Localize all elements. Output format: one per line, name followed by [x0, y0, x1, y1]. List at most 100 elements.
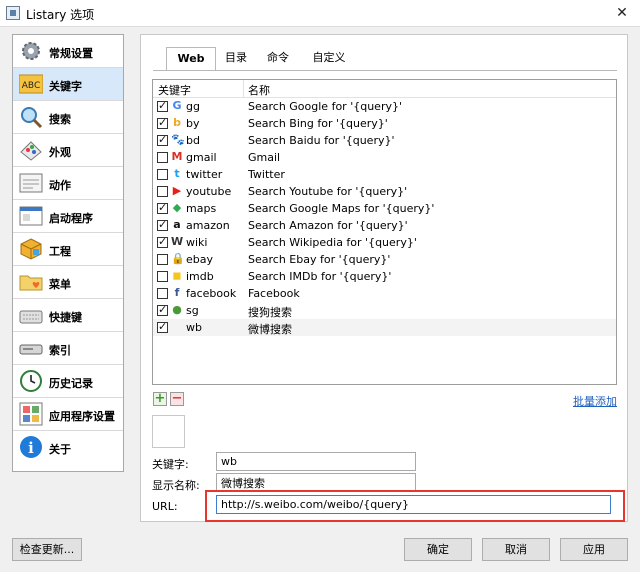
- enable-checkbox[interactable]: [157, 254, 168, 265]
- apply-button[interactable]: 应用: [560, 538, 628, 561]
- list-item[interactable]: ◆ maps Search Google Maps for '{query}': [153, 200, 616, 217]
- enable-checkbox[interactable]: [157, 169, 168, 180]
- list-item[interactable]: Ggg Search Google for '{query}': [153, 98, 616, 115]
- nav-item-actions[interactable]: 动作: [13, 167, 123, 200]
- list-item[interactable]: aamazon Search Amazon for '{query}': [153, 217, 616, 234]
- close-button[interactable]: ✕: [604, 0, 640, 26]
- enable-checkbox[interactable]: [157, 320, 168, 334]
- folder-heart-icon: [19, 275, 43, 291]
- enable-checkbox[interactable]: [157, 218, 168, 232]
- app-grid-icon: [19, 402, 43, 426]
- list-item[interactable]: 🐾bd Search Baidu for '{query}': [153, 132, 616, 149]
- google-icon: G: [172, 99, 182, 112]
- list-item[interactable]: ▶ youtube Search Youtube for '{query}': [153, 183, 616, 200]
- list-item[interactable]: t twitter Twitter: [153, 166, 616, 183]
- check-update-button[interactable]: 检查更新...: [12, 538, 82, 561]
- name-cell: Facebook: [248, 287, 300, 300]
- enable-checkbox[interactable]: [157, 133, 168, 147]
- gmail-icon: M: [171, 150, 183, 163]
- keyword-cell: imdb: [186, 270, 214, 283]
- keyboard-icon: [19, 310, 43, 324]
- nav-item-general[interactable]: 常规设置: [13, 35, 123, 68]
- enable-checkbox[interactable]: [157, 152, 168, 163]
- remove-keyword-button[interactable]: −: [170, 392, 184, 406]
- tab-custom[interactable]: 自定义: [304, 47, 354, 71]
- keyword-cell: gmail: [186, 151, 217, 164]
- nav-item-index[interactable]: 索引: [13, 332, 123, 365]
- name-cell: Search IMDb for '{query}': [248, 270, 392, 283]
- cancel-button[interactable]: 取消: [482, 538, 550, 561]
- list-item[interactable]: ◼ imdb Search IMDb for '{query}': [153, 268, 616, 285]
- wikipedia-icon: W: [171, 235, 184, 248]
- nav-item-search[interactable]: 搜索: [13, 101, 123, 134]
- keyword-list[interactable]: 关键字 名称 Ggg Search Google for '{query}' bby…: [152, 79, 617, 385]
- enable-checkbox[interactable]: [157, 303, 168, 317]
- ok-button[interactable]: 确定: [404, 538, 472, 561]
- list-item[interactable]: f facebook Facebook: [153, 285, 616, 302]
- enable-checkbox[interactable]: [157, 288, 168, 299]
- cube-icon: [20, 238, 42, 260]
- list-item[interactable]: wb 微博搜索: [153, 319, 616, 336]
- keyword-input[interactable]: [216, 452, 416, 471]
- window-icon: [19, 173, 43, 193]
- twitter-icon: t: [174, 167, 180, 180]
- nav-label: 关键字: [49, 80, 82, 93]
- name-cell: Search Ebay for '{query}': [248, 253, 391, 266]
- column-header-keyword[interactable]: 关键字: [158, 82, 191, 98]
- tab-command[interactable]: 命令: [260, 47, 296, 71]
- nav-label: 索引: [49, 344, 71, 357]
- add-keyword-button[interactable]: +: [153, 392, 167, 406]
- bing-icon: b: [173, 116, 181, 129]
- nav-item-menu[interactable]: 菜单: [13, 266, 123, 299]
- batch-add-link[interactable]: 批量添加: [573, 393, 617, 409]
- enable-checkbox[interactable]: [157, 271, 168, 282]
- drive-icon: [19, 344, 43, 355]
- keyword-cell: wb: [186, 321, 202, 334]
- nav-label: 历史记录: [49, 377, 93, 390]
- name-cell: Search Baidu for '{query}': [248, 134, 395, 147]
- nav-item-about[interactable]: i 关于: [13, 431, 123, 464]
- nav-label: 启动程序: [49, 212, 93, 225]
- tab-directory[interactable]: 目录: [218, 47, 254, 71]
- enable-checkbox[interactable]: [157, 116, 168, 130]
- name-cell: Search Amazon for '{query}': [248, 219, 408, 232]
- enable-checkbox[interactable]: [157, 99, 168, 113]
- tab-web[interactable]: Web: [166, 47, 216, 71]
- nav-item-keywords[interactable]: ABC 关键字: [13, 68, 123, 101]
- nav-item-appearance[interactable]: 外观: [13, 134, 123, 167]
- url-highlight-box: [205, 490, 625, 522]
- keyword-cell: amazon: [186, 219, 230, 232]
- list-item[interactable]: 🔒 ebay Search Ebay for '{query}': [153, 251, 616, 268]
- keyword-icon-preview[interactable]: [152, 415, 185, 448]
- column-separator[interactable]: [243, 80, 244, 97]
- enable-checkbox[interactable]: [157, 201, 168, 215]
- nav-item-hotkeys[interactable]: 快捷键: [13, 299, 123, 332]
- keyword-cell: twitter: [186, 168, 223, 181]
- settings-nav: 常规设置 ABC 关键字 搜索 外观 动作 启动程序 工程 菜单 快捷键 索引 …: [12, 34, 124, 472]
- keywords-panel: Web 目录 命令 自定义 关键字 名称 Ggg Search Google fo…: [140, 34, 628, 522]
- enable-checkbox[interactable]: [157, 235, 168, 249]
- svg-text:ABC: ABC: [22, 81, 40, 91]
- nav-item-launcher[interactable]: 启动程序: [13, 200, 123, 233]
- name-cell: Search Wikipedia for '{query}': [248, 236, 417, 249]
- list-item[interactable]: Wwiki Search Wikipedia for '{query}': [153, 234, 616, 251]
- list-item[interactable]: Mgmail Gmail: [153, 149, 616, 166]
- maps-icon: ◆: [172, 201, 182, 214]
- enable-checkbox[interactable]: [157, 186, 168, 197]
- nav-item-history[interactable]: 历史记录: [13, 365, 123, 398]
- youtube-icon: ▶: [172, 184, 182, 197]
- column-header-name[interactable]: 名称: [248, 82, 270, 98]
- nav-label: 动作: [49, 179, 71, 192]
- info-icon: i: [20, 436, 42, 458]
- keyword-cell: by: [186, 117, 200, 130]
- abc-icon: ABC: [19, 74, 43, 94]
- gear-icon: [22, 42, 40, 60]
- name-cell: Gmail: [248, 151, 281, 164]
- list-item[interactable]: bby Search Bing for '{query}': [153, 115, 616, 132]
- nav-item-project[interactable]: 工程: [13, 233, 123, 266]
- title-bar: Listary 选项 ✕: [0, 0, 640, 27]
- magnifier-icon: [21, 107, 43, 129]
- list-item[interactable]: ● sg 搜狗搜索: [153, 302, 616, 319]
- nav-item-app-settings[interactable]: 应用程序设置: [13, 398, 123, 431]
- keyword-cell: youtube: [186, 185, 232, 198]
